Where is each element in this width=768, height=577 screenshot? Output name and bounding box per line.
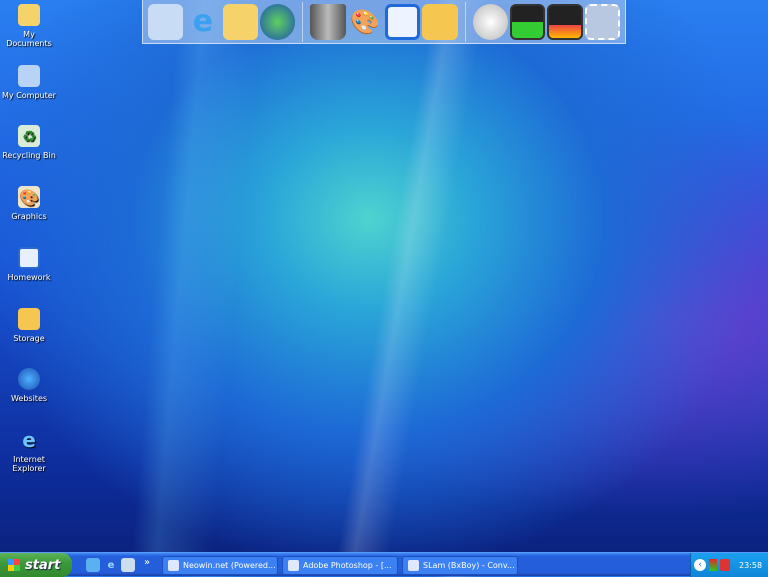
- folder-documents-icon: [18, 4, 40, 26]
- photoshop-icon: [288, 560, 299, 571]
- desktop-icon-my-documents[interactable]: My Documents: [0, 4, 58, 48]
- desktop-icon-recycling-bin[interactable]: ♻ Recycling Bin: [0, 125, 58, 160]
- folder-icon: [18, 308, 40, 330]
- dock-shared-folder-icon[interactable]: [422, 3, 458, 40]
- label: Graphics: [11, 212, 47, 221]
- desktop-icon-internet-explorer[interactable]: e Internet Explorer: [0, 427, 58, 474]
- globe-icon: [18, 368, 40, 390]
- label: Homework: [7, 273, 51, 282]
- quick-launch-internet-explorer-icon[interactable]: e: [104, 558, 118, 572]
- taskbar: start e » Neowin.net (Powered... Adobe P…: [0, 552, 768, 577]
- dock-trash-icon[interactable]: [310, 3, 346, 40]
- desktop-icon-my-computer[interactable]: My Computer: [0, 65, 58, 100]
- dock-computer-icon[interactable]: [148, 3, 184, 40]
- quick-launch-desktop-icon[interactable]: [86, 558, 100, 572]
- chat-icon: [408, 560, 419, 571]
- task-label: Neowin.net (Powered...: [183, 561, 276, 570]
- dock-separator: [302, 1, 304, 42]
- dock-folder-open-icon[interactable]: [222, 3, 258, 40]
- dock: e 🎨: [142, 0, 626, 44]
- homework-icon: [18, 247, 40, 269]
- label: Recycling Bin: [2, 151, 56, 160]
- window-icon: [168, 560, 179, 571]
- dock-palette-icon[interactable]: 🎨: [348, 4, 383, 40]
- tray-expand-icon[interactable]: ‹: [694, 559, 706, 571]
- taskbar-button-conversation[interactable]: SLam (BxBoy) - Conv...: [402, 556, 518, 575]
- taskbar-button-neowin[interactable]: Neowin.net (Powered...: [162, 556, 278, 575]
- dock-homework-icon[interactable]: [384, 3, 421, 40]
- computer-icon: [18, 65, 40, 87]
- dock-internet-explorer-icon[interactable]: e: [185, 4, 220, 40]
- recycle-bin-icon: ♻: [18, 125, 40, 147]
- palette-icon: 🎨: [18, 186, 40, 208]
- windows-logo-icon: [8, 559, 20, 571]
- tray-meter-icon[interactable]: [709, 559, 717, 571]
- label: My Documents: [6, 30, 52, 48]
- clock[interactable]: 23:58: [739, 561, 762, 570]
- desktop-icon-homework[interactable]: Homework: [0, 247, 58, 282]
- dock-cpu-graph-icon[interactable]: [509, 3, 546, 40]
- dock-network-graph-icon[interactable]: [547, 3, 583, 40]
- quick-launch-media-icon[interactable]: [121, 558, 135, 572]
- system-tray: ‹ 23:58: [690, 553, 768, 577]
- start-button[interactable]: start: [0, 553, 72, 577]
- start-label: start: [25, 557, 61, 573]
- desktop-icon-storage[interactable]: Storage: [0, 308, 58, 343]
- desktop-icon-graphics[interactable]: 🎨 Graphics: [0, 186, 58, 221]
- task-label: SLam (BxBoy) - Conv...: [423, 561, 515, 570]
- label: Storage: [13, 334, 45, 343]
- dock-separator: [464, 1, 466, 42]
- label: Internet Explorer: [12, 455, 46, 473]
- taskbar-button-photoshop[interactable]: Adobe Photoshop - [...: [282, 556, 398, 575]
- dock-mail-stamp-icon[interactable]: [584, 3, 621, 40]
- label: My Computer: [2, 91, 56, 100]
- quick-launch-more-button[interactable]: »: [140, 555, 154, 569]
- desktop-icon-websites[interactable]: Websites: [0, 368, 58, 403]
- label: Websites: [10, 394, 48, 403]
- internet-explorer-icon: e: [22, 427, 36, 452]
- dock-clock-icon[interactable]: [472, 3, 508, 40]
- dock-globe-icon[interactable]: [259, 3, 296, 40]
- task-label: Adobe Photoshop - [...: [303, 561, 392, 570]
- tray-alert-icon[interactable]: [720, 559, 730, 571]
